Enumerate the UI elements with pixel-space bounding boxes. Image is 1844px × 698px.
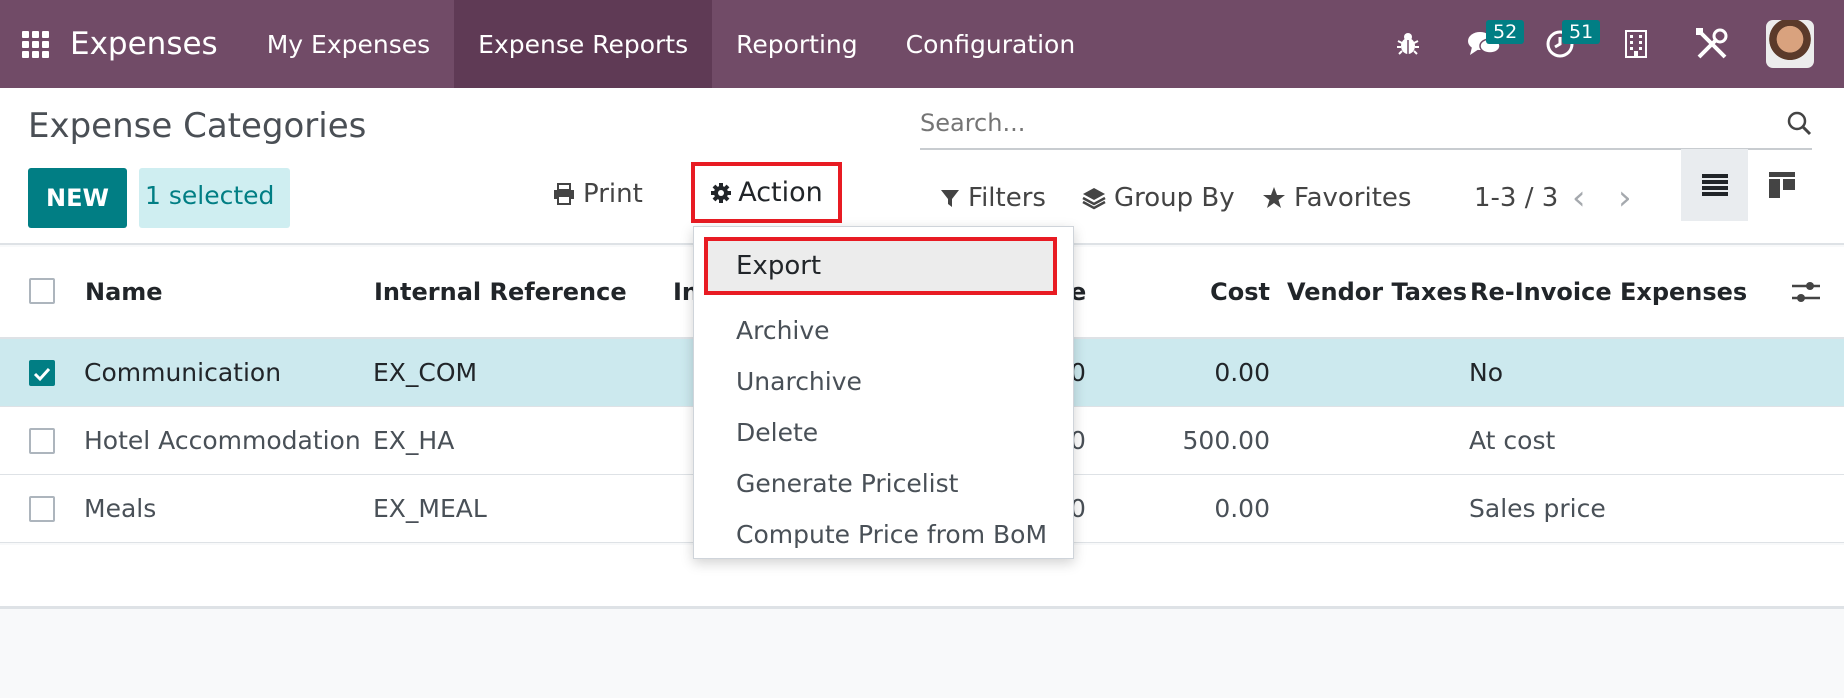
menu-configuration[interactable]: Configuration bbox=[882, 0, 1100, 88]
cell-ref: EX_HA bbox=[373, 426, 455, 455]
favorites-label: Favorites bbox=[1294, 183, 1412, 213]
select-all-checkbox[interactable] bbox=[29, 278, 55, 304]
filters-label: Filters bbox=[968, 183, 1046, 213]
new-button[interactable]: NEW bbox=[28, 168, 127, 228]
menu-reporting[interactable]: Reporting bbox=[712, 0, 882, 88]
star-icon bbox=[1263, 187, 1285, 208]
filters-button[interactable]: Filters bbox=[940, 183, 1046, 213]
apps-menu-button[interactable] bbox=[0, 0, 70, 88]
pager-next-icon[interactable]: › bbox=[1618, 178, 1632, 218]
company-button[interactable] bbox=[1598, 0, 1674, 88]
action-button[interactable]: Action bbox=[691, 162, 842, 223]
search-bar bbox=[920, 100, 1812, 150]
menu-item-export[interactable]: Export bbox=[704, 237, 1057, 295]
kanban-view-icon bbox=[1768, 172, 1795, 198]
cell-reinvoice: Sales price bbox=[1469, 494, 1606, 523]
layers-icon bbox=[1082, 188, 1106, 210]
messages-badge: 52 bbox=[1486, 20, 1525, 44]
header-reinvoice[interactable]: Re-Invoice Expenses bbox=[1470, 247, 1747, 337]
search-input[interactable] bbox=[920, 100, 1720, 146]
gear-icon bbox=[711, 182, 732, 203]
menu-item-compute-price-bom[interactable]: Compute Price from BoM bbox=[736, 520, 1047, 549]
cell-ref: EX_COM bbox=[373, 358, 478, 387]
row-checkbox[interactable] bbox=[29, 496, 55, 522]
cell-ref: EX_MEAL bbox=[373, 494, 487, 523]
user-avatar[interactable] bbox=[1766, 20, 1814, 68]
groupby-label: Group By bbox=[1114, 183, 1235, 213]
search-icon[interactable] bbox=[1786, 110, 1812, 136]
top-navbar: Expenses My Expenses Expense Reports Rep… bbox=[0, 0, 1844, 88]
app-title[interactable]: Expenses bbox=[70, 26, 218, 62]
debug-button[interactable] bbox=[1370, 0, 1446, 88]
action-label: Action bbox=[738, 177, 823, 208]
checkmark-icon bbox=[33, 367, 51, 382]
favorites-button[interactable]: Favorites bbox=[1262, 183, 1411, 213]
header-cost[interactable]: Cost bbox=[1150, 247, 1270, 337]
cell-name: Communication bbox=[84, 358, 282, 387]
menu-item-generate-pricelist[interactable]: Generate Pricelist bbox=[736, 469, 958, 498]
print-label: Print bbox=[583, 179, 643, 209]
menu-my-expenses[interactable]: My Expenses bbox=[243, 0, 454, 88]
tools-button[interactable] bbox=[1674, 0, 1750, 88]
optional-columns-toggle[interactable] bbox=[1792, 247, 1820, 337]
action-dropdown-menu: Export Archive Unarchive Delete Generate… bbox=[693, 226, 1074, 559]
cell-reinvoice: No bbox=[1469, 358, 1503, 387]
kanban-view-button[interactable] bbox=[1748, 149, 1815, 221]
activities-button[interactable]: 51 bbox=[1522, 0, 1601, 88]
header-vendor-taxes[interactable]: Vendor Taxes bbox=[1287, 247, 1467, 337]
apps-grid-icon bbox=[21, 30, 49, 58]
print-icon bbox=[554, 183, 574, 205]
cell-name: Hotel Accommodation bbox=[84, 426, 361, 455]
header-name[interactable]: Name bbox=[85, 247, 163, 337]
cell-reinvoice: At cost bbox=[1469, 426, 1556, 455]
bug-icon bbox=[1397, 33, 1419, 55]
menu-expense-reports[interactable]: Expense Reports bbox=[454, 0, 713, 88]
filter-icon bbox=[941, 190, 959, 207]
groupby-button[interactable]: Group By bbox=[1082, 183, 1235, 213]
cell-cost: 500.00 bbox=[1182, 426, 1270, 455]
menu-item-delete[interactable]: Delete bbox=[736, 418, 818, 447]
pager-value[interactable]: 1-3 / 3 bbox=[1474, 183, 1558, 213]
cell-cost: 0.00 bbox=[1214, 494, 1270, 523]
control-panel: Expense Categories NEW 1 selected Print … bbox=[0, 88, 1844, 245]
cell-cost: 0.00 bbox=[1214, 358, 1270, 387]
page-title: Expense Categories bbox=[28, 106, 367, 146]
cell-name: Meals bbox=[84, 494, 157, 523]
row-checkbox[interactable] bbox=[29, 428, 55, 454]
row-checkbox[interactable] bbox=[29, 360, 55, 386]
list-view-icon bbox=[1701, 174, 1728, 196]
menu-item-archive[interactable]: Archive bbox=[736, 316, 830, 345]
menu-item-unarchive[interactable]: Unarchive bbox=[736, 367, 862, 396]
header-internal-reference[interactable]: Internal Reference bbox=[374, 247, 627, 337]
building-icon bbox=[1625, 30, 1647, 58]
list-view-button[interactable] bbox=[1681, 149, 1748, 221]
pager-previous-icon[interactable]: ‹ bbox=[1572, 178, 1586, 218]
tools-icon bbox=[1696, 28, 1728, 59]
selection-badge[interactable]: 1 selected bbox=[139, 168, 290, 228]
activities-badge: 51 bbox=[1562, 20, 1601, 44]
sliders-icon bbox=[1792, 282, 1820, 302]
print-button[interactable]: Print bbox=[553, 179, 643, 209]
messages-button[interactable]: 52 bbox=[1446, 0, 1525, 88]
